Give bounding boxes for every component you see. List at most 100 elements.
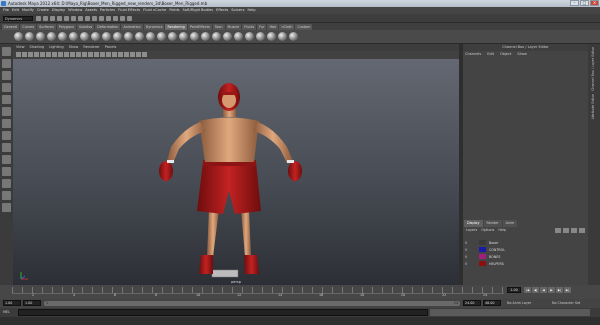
scale-tool-icon[interactable]: [2, 107, 11, 116]
layer-color-swatch[interactable]: [479, 247, 486, 252]
time-slider[interactable]: 2 4 6 8 10 12 14 16 18 20 22 24 1.00 |◀ …: [0, 285, 600, 299]
layer-tab-anim[interactable]: Anim: [502, 220, 518, 227]
menu-set-dropdown[interactable]: Dynamics: [3, 16, 33, 21]
xray-icon[interactable]: [118, 52, 123, 57]
batch-render-icon[interactable]: [234, 32, 243, 41]
gate-mask-icon[interactable]: [58, 52, 63, 57]
bookmark-icon[interactable]: [28, 52, 33, 57]
new-layer-selected-icon[interactable]: [579, 228, 585, 233]
textured-icon[interactable]: [100, 52, 105, 57]
render-icon[interactable]: [113, 16, 118, 21]
command-language-label[interactable]: MEL: [3, 310, 10, 314]
animation-end-field[interactable]: 48.00: [483, 300, 501, 306]
playback-start-field[interactable]: 1.00: [23, 300, 41, 306]
shader-toon-icon[interactable]: [179, 32, 188, 41]
channel-menu-channels[interactable]: Channels: [465, 51, 481, 58]
film-gate-icon[interactable]: [46, 52, 51, 57]
move-layer-up-icon[interactable]: [555, 228, 561, 233]
safe-action-icon[interactable]: [70, 52, 75, 57]
menu-modify[interactable]: Modify: [22, 7, 34, 14]
channel-menu-edit[interactable]: Edit: [487, 51, 494, 58]
menu-fluid-ncache[interactable]: Fluid nCache: [143, 7, 166, 14]
smooth-shade-icon[interactable]: [88, 52, 93, 57]
save-scene-icon[interactable]: [50, 16, 55, 21]
channel-menu-show[interactable]: Show: [517, 51, 526, 58]
menu-soft-rigid-bodies[interactable]: Soft/Rigid Bodies: [183, 7, 214, 14]
select-hierarchy-icon[interactable]: [57, 16, 62, 21]
hypershade-layout-icon[interactable]: [2, 191, 11, 200]
layer-visibility-toggle[interactable]: V: [465, 262, 469, 266]
light-ambient-icon[interactable]: [25, 32, 34, 41]
menu-effects[interactable]: Effects: [216, 7, 228, 14]
menu-solvers[interactable]: Solvers: [231, 7, 244, 14]
layer-row-helpers[interactable]: V HELPERS: [463, 260, 588, 267]
play-backward-icon[interactable]: ◀: [540, 287, 547, 293]
snap-grid-icon[interactable]: [78, 16, 83, 21]
snap-curve-icon[interactable]: [85, 16, 90, 21]
viewport-menu-shading[interactable]: Shading: [30, 44, 45, 51]
side-tab-attribute-editor[interactable]: Attribute Editor: [591, 94, 595, 119]
wireframe-on-shaded-icon[interactable]: [94, 52, 99, 57]
shader-layered-icon[interactable]: [146, 32, 155, 41]
3d-scene-view[interactable]: persp: [13, 59, 459, 285]
use-all-lights-icon[interactable]: [106, 52, 111, 57]
snap-plane-icon[interactable]: [99, 16, 104, 21]
select-camera-icon[interactable]: [16, 52, 21, 57]
move-tool-icon[interactable]: [2, 83, 11, 92]
layer-menu-help[interactable]: Help: [498, 227, 506, 234]
menu-display[interactable]: Display: [52, 7, 65, 14]
menu-assets[interactable]: Assets: [85, 7, 97, 14]
outliner-layout-icon[interactable]: [2, 203, 11, 212]
playback-end-field[interactable]: 24.00: [463, 300, 481, 306]
field-chart-icon[interactable]: [64, 52, 69, 57]
select-component-icon[interactable]: [71, 16, 76, 21]
hud-icon[interactable]: [142, 52, 147, 57]
shadows-icon[interactable]: [112, 52, 117, 57]
history-icon[interactable]: [106, 16, 111, 21]
high-quality-icon[interactable]: [136, 52, 141, 57]
menu-fields[interactable]: Fields: [169, 7, 179, 14]
command-input[interactable]: [18, 309, 428, 316]
shader-phong-icon[interactable]: [113, 32, 122, 41]
wireframe-icon[interactable]: [82, 52, 87, 57]
uv-editor-icon[interactable]: [278, 32, 287, 41]
lasso-tool-icon[interactable]: [2, 59, 11, 68]
close-button[interactable]: ✕: [590, 0, 599, 6]
camera-attributes-icon[interactable]: [22, 52, 27, 57]
new-scene-icon[interactable]: [36, 16, 41, 21]
viewport-menu-lighting[interactable]: Lighting: [49, 44, 64, 51]
step-back-key-icon[interactable]: ◀|: [532, 287, 539, 293]
viewport-menu-show[interactable]: Show: [69, 44, 79, 51]
shader-anisotropic-icon[interactable]: [135, 32, 144, 41]
paint-select-tool-icon[interactable]: [2, 71, 11, 80]
layer-tab-render[interactable]: Render: [483, 220, 502, 227]
render-view-icon[interactable]: [201, 32, 210, 41]
isolate-select-icon[interactable]: [130, 52, 135, 57]
camera-icon[interactable]: [14, 32, 23, 41]
layer-menu-layers[interactable]: Layers: [466, 227, 477, 234]
layer-menu-options[interactable]: Options: [481, 227, 494, 234]
safe-title-icon[interactable]: [76, 52, 81, 57]
shader-ramp-icon[interactable]: [157, 32, 166, 41]
layer-color-swatch[interactable]: [479, 240, 486, 245]
light-directional-icon[interactable]: [36, 32, 45, 41]
layer-tab-display[interactable]: Display: [464, 220, 483, 227]
render-settings-icon[interactable]: [127, 16, 132, 21]
ipr-icon[interactable]: [223, 32, 232, 41]
move-layer-down-icon[interactable]: [563, 228, 569, 233]
menu-edit[interactable]: Edit: [12, 7, 19, 14]
mental-ray-icon[interactable]: [289, 32, 298, 41]
select-tool-icon[interactable]: [2, 47, 11, 56]
hypershade-icon[interactable]: [245, 32, 254, 41]
shader-surface-icon[interactable]: [168, 32, 177, 41]
play-forward-icon[interactable]: ▶: [548, 287, 555, 293]
layer-color-swatch[interactable]: [479, 254, 486, 259]
texture-icon[interactable]: [267, 32, 276, 41]
single-pane-layout-icon[interactable]: [2, 143, 11, 152]
graph-layout-icon[interactable]: [2, 179, 11, 188]
render-globals-icon[interactable]: [256, 32, 265, 41]
side-tab-channel-box[interactable]: Channel Box / Layer Editor: [591, 47, 595, 91]
anim-layer-dropdown[interactable]: No Anim Layer: [507, 300, 531, 306]
xray-joints-icon[interactable]: [124, 52, 129, 57]
viewport-menu-panels[interactable]: Panels: [105, 44, 117, 51]
